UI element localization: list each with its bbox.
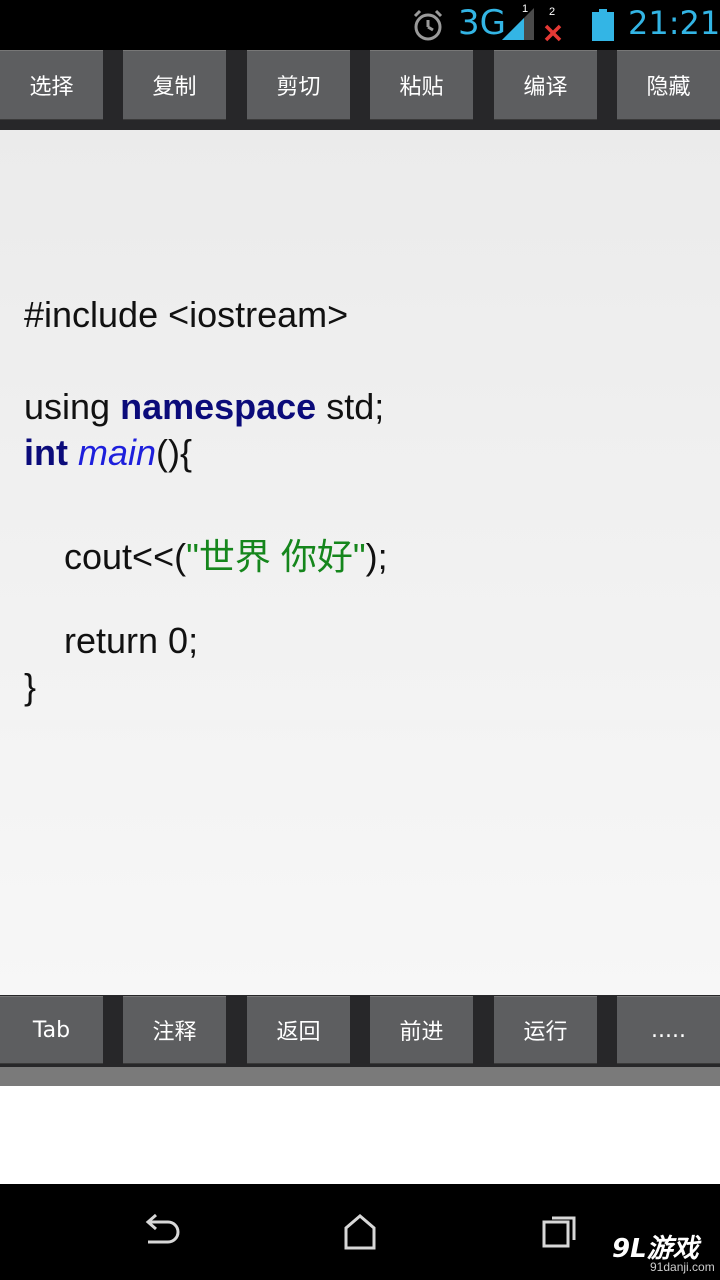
paste-button[interactable]: 粘贴 [370,50,473,120]
undo-button[interactable]: 返回 [247,996,350,1064]
code-line-9: } [24,666,37,707]
bottom-toolbar: Tab 注释 返回 前进 运行 ..... [0,995,720,1067]
network-type-label: 3G [458,3,506,43]
code-line-3: using namespace std; [24,386,385,427]
code-line-4: int main(){ [24,432,193,473]
clock: 21:21 [628,4,720,42]
compile-button[interactable]: 编译 [494,50,597,120]
watermark-url: 91danji.com [650,1260,715,1274]
code-editor[interactable]: #include <iostream> using namespace std;… [0,130,720,995]
tab-button[interactable]: Tab [0,996,103,1064]
signal-icon [502,8,534,40]
comment-button[interactable]: 注释 [123,996,226,1064]
select-button[interactable]: 选择 [0,50,103,120]
sim1-label: 1 [522,3,529,15]
alarm-icon [413,9,443,41]
recent-apps-icon[interactable] [530,1202,590,1262]
home-icon[interactable] [330,1202,390,1262]
run-button[interactable]: 运行 [494,996,597,1064]
top-toolbar: 选择 复制 剪切 粘贴 编译 隐藏 [0,50,720,130]
blank-area [0,1086,720,1184]
string-literal: "世界 你好" [186,536,366,577]
back-icon[interactable] [130,1202,190,1262]
code-line-1: #include <iostream> [24,294,349,335]
function-main: main [78,432,157,473]
battery-icon [592,9,614,41]
code-line-6: cout<<("世界 你好"); [24,536,388,577]
divider-strip [0,1067,720,1086]
hide-button[interactable]: 隐藏 [617,50,720,120]
keyword-int: int [24,432,68,473]
status-bar: 3G 1 2 21:21 [0,0,720,50]
redo-button[interactable]: 前进 [370,996,473,1064]
more-button[interactable]: ..... [617,996,720,1064]
sim2-label: 2 [549,6,556,18]
cut-button[interactable]: 剪切 [247,50,350,120]
copy-button[interactable]: 复制 [123,50,226,120]
keyword-namespace: namespace [120,386,317,427]
code-line-8: return 0; [24,620,199,661]
